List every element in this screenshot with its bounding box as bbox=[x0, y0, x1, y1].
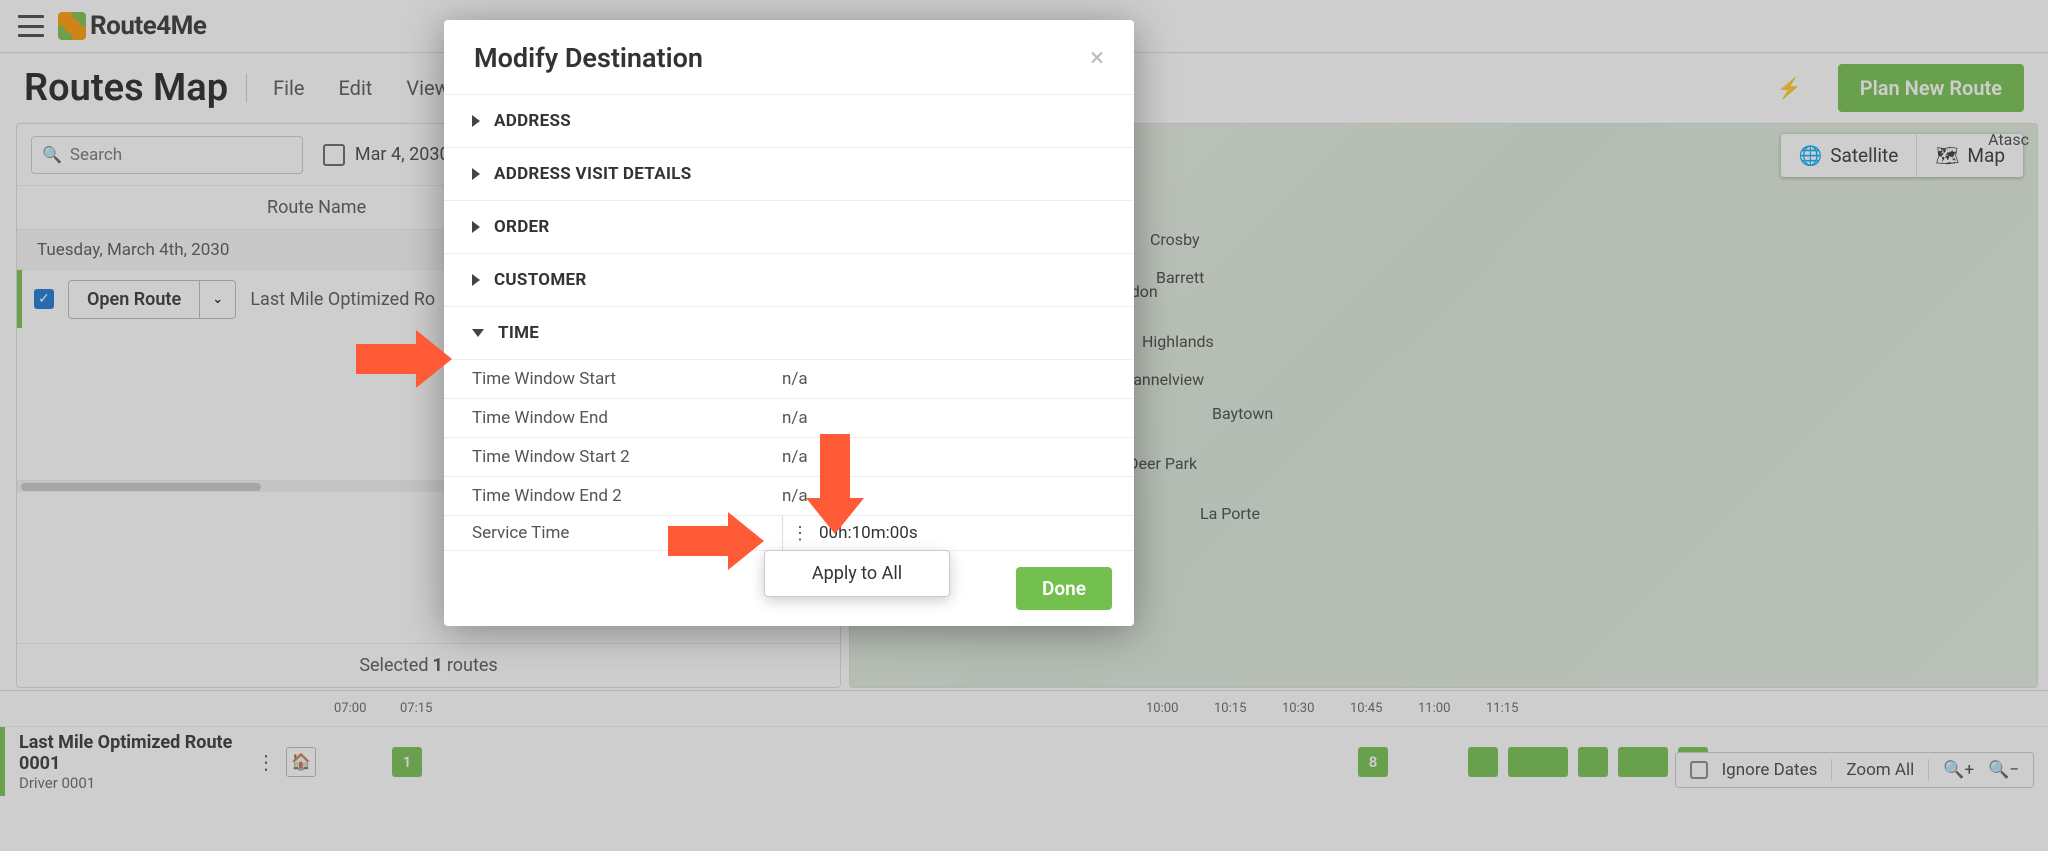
annotation-arrow-time bbox=[356, 330, 456, 388]
section-customer[interactable]: CUSTOMER bbox=[444, 254, 1134, 307]
section-visit-details[interactable]: ADDRESS VISIT DETAILS bbox=[444, 148, 1134, 201]
modal-title: Modify Destination bbox=[474, 42, 1090, 74]
annotation-arrow-service bbox=[668, 512, 768, 570]
caret-right-icon bbox=[472, 274, 480, 286]
apply-to-all-label: Apply to All bbox=[812, 563, 902, 584]
annotation-arrow-down bbox=[806, 434, 864, 538]
section-address[interactable]: ADDRESS bbox=[444, 95, 1134, 148]
field-service-time: Service Time ⋮ bbox=[444, 516, 1134, 551]
caret-right-icon bbox=[472, 115, 480, 127]
field-time-window-end[interactable]: Time Window End n/a bbox=[444, 399, 1134, 438]
field-time-window-start[interactable]: Time Window Start n/a bbox=[444, 360, 1134, 399]
caret-right-icon bbox=[472, 168, 480, 180]
caret-right-icon bbox=[472, 221, 480, 233]
caret-down-icon bbox=[472, 329, 484, 337]
modify-destination-modal: Modify Destination × ADDRESS ADDRESS VIS… bbox=[444, 20, 1134, 626]
field-time-window-start-2[interactable]: Time Window Start 2 n/a bbox=[444, 438, 1134, 477]
section-time[interactable]: TIME bbox=[444, 307, 1134, 360]
section-order[interactable]: ORDER bbox=[444, 201, 1134, 254]
close-icon[interactable]: × bbox=[1090, 43, 1104, 73]
field-time-window-end-2[interactable]: Time Window End 2 n/a bbox=[444, 477, 1134, 516]
modal-header: Modify Destination × bbox=[444, 20, 1134, 95]
apply-to-all-popup[interactable]: Apply to All bbox=[764, 550, 950, 597]
done-button[interactable]: Done bbox=[1016, 567, 1112, 610]
